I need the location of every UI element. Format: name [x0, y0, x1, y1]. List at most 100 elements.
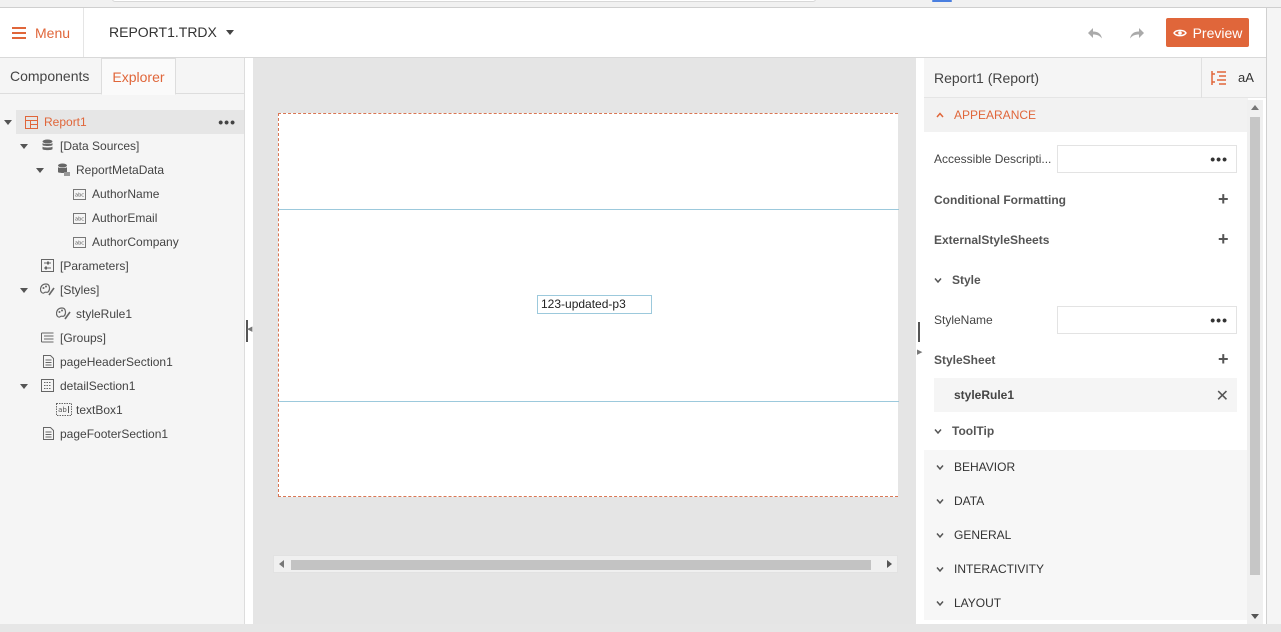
- tree-item-label: [Data Sources]: [60, 139, 140, 153]
- address-bar[interactable]: [112, 0, 816, 2]
- parameters-icon: [41, 259, 54, 272]
- category-interactivity[interactable]: INTERACTIVITY: [924, 552, 1248, 586]
- category-label: LAYOUT: [954, 596, 1002, 610]
- collapse-right-icon[interactable]: ▶: [917, 348, 922, 356]
- tree-item-label: [Styles]: [60, 283, 100, 297]
- prop-label: Style: [952, 273, 981, 287]
- expand-arrow-icon[interactable]: [20, 144, 28, 149]
- properties-header: Report1 (Report) aA: [924, 58, 1266, 98]
- category-layout[interactable]: LAYOUT: [924, 586, 1248, 620]
- menu-button[interactable]: Menu: [0, 8, 84, 57]
- tree-item-detailsection1[interactable]: detailSection1: [0, 374, 244, 398]
- remove-icon[interactable]: ✕: [1216, 386, 1229, 406]
- report-tree: Report1 ••• [Data Sources] ReportMetaDat…: [0, 94, 244, 446]
- properties-panel: Report1 (Report) aA APPEARANCE Accessibl…: [924, 58, 1266, 624]
- expand-arrow-icon[interactable]: [4, 120, 12, 125]
- tree-item-textbox1[interactable]: ab textBox1: [0, 398, 244, 422]
- svg-text:abc: abc: [75, 193, 84, 199]
- tree-item-styles[interactable]: [Styles]: [0, 278, 244, 302]
- tree-item-label: Report1: [44, 115, 87, 129]
- textbox1[interactable]: 123-updated-p3: [537, 295, 652, 314]
- toolbar: Menu REPORT1.TRDX Preview: [0, 8, 1266, 58]
- tree-item-authorname[interactable]: abc AuthorName: [0, 182, 244, 206]
- prop-label: ExternalStyleSheets: [934, 233, 1050, 247]
- prop-label: ToolTip: [952, 424, 995, 438]
- add-icon[interactable]: +: [1218, 190, 1229, 208]
- chevron-down-icon: [936, 533, 944, 539]
- right-panel-splitter[interactable]: [918, 322, 920, 342]
- preview-button[interactable]: Preview: [1166, 18, 1249, 47]
- alphabetical-sort-icon[interactable]: aA: [1238, 70, 1254, 85]
- document-title-dropdown[interactable]: REPORT1.TRDX: [109, 24, 234, 40]
- scroll-right-icon[interactable]: [887, 560, 892, 568]
- chevron-down-icon: [934, 278, 942, 284]
- tree-item-authoremail[interactable]: abc AuthorEmail: [0, 206, 244, 230]
- field-icon: abc: [73, 237, 86, 248]
- tree-item-parameters[interactable]: [Parameters]: [0, 254, 244, 278]
- expand-arrow-icon[interactable]: [36, 168, 44, 173]
- tree-item-label: detailSection1: [60, 379, 136, 393]
- panel-tabs: Components Explorer: [0, 58, 244, 95]
- prop-external-stylesheets: ExternalStyleSheets +: [924, 220, 1248, 260]
- scroll-left-icon[interactable]: [279, 560, 284, 568]
- tree-item-groups[interactable]: [Groups]: [0, 326, 244, 350]
- properties-scrollbar[interactable]: [1247, 100, 1263, 624]
- menu-label: Menu: [35, 24, 71, 41]
- tree-item-pagefootersection1[interactable]: pageFooterSection1: [0, 422, 244, 446]
- accessible-description-input[interactable]: •••: [1057, 145, 1237, 173]
- groups-icon: [41, 332, 54, 343]
- eye-icon: [1172, 29, 1187, 36]
- tree-item-stylerule1[interactable]: styleRule1: [0, 302, 244, 326]
- stylesheet-item[interactable]: styleRule1 ✕: [934, 378, 1237, 412]
- category-label: BEHAVIOR: [954, 460, 1016, 474]
- svg-text:abc: abc: [75, 217, 84, 223]
- document-title: REPORT1.TRDX: [109, 24, 217, 40]
- collapse-left-icon[interactable]: ◀: [247, 325, 252, 333]
- preview-label: Preview: [1192, 24, 1243, 41]
- style-name-input[interactable]: •••: [1057, 306, 1237, 334]
- scrollbar-thumb[interactable]: [1250, 117, 1260, 575]
- tree-item-authorcompany[interactable]: abc AuthorCompany: [0, 230, 244, 254]
- scroll-up-icon[interactable]: [1251, 105, 1259, 110]
- page-header-divider[interactable]: [279, 209, 899, 210]
- chevron-down-icon: [936, 567, 944, 573]
- redo-icon[interactable]: [1128, 24, 1146, 42]
- properties-title: Report1 (Report): [934, 70, 1040, 86]
- tab-components[interactable]: Components: [0, 58, 99, 94]
- tab-explorer[interactable]: Explorer: [101, 58, 176, 95]
- tree-item-label: [Parameters]: [60, 259, 129, 273]
- undo-icon[interactable]: [1086, 24, 1104, 42]
- tree-item-pageheadersection1[interactable]: pageHeaderSection1: [0, 350, 244, 374]
- more-options-icon[interactable]: •••: [1210, 151, 1228, 167]
- category-label: DATA: [954, 494, 985, 508]
- hamburger-icon: [12, 26, 26, 39]
- detail-section-divider[interactable]: [279, 401, 899, 402]
- prop-conditional-formatting: Conditional Formatting +: [924, 180, 1248, 220]
- expand-arrow-icon[interactable]: [20, 288, 28, 293]
- svg-text:ab: ab: [58, 406, 67, 414]
- categorized-list-icon[interactable]: [1211, 70, 1227, 86]
- browser-indicator: [932, 0, 952, 2]
- scroll-down-icon[interactable]: [1251, 614, 1259, 619]
- chevron-down-icon: [936, 465, 944, 471]
- category-appearance[interactable]: APPEARANCE: [924, 98, 1248, 132]
- tree-item-data-sources[interactable]: [Data Sources]: [0, 134, 244, 158]
- palette-icon: [56, 307, 71, 320]
- expand-arrow-icon[interactable]: [20, 384, 28, 389]
- horizontal-scrollbar[interactable]: [273, 555, 898, 573]
- category-data[interactable]: DATA: [924, 484, 1248, 518]
- add-icon[interactable]: +: [1218, 350, 1229, 368]
- scrollbar-thumb[interactable]: [291, 560, 871, 570]
- prop-tooltip[interactable]: ToolTip: [924, 412, 1248, 450]
- category-general[interactable]: GENERAL: [924, 518, 1248, 552]
- category-behavior[interactable]: BEHAVIOR: [924, 450, 1248, 484]
- tree-item-reportmetadata[interactable]: ReportMetaData: [0, 158, 244, 182]
- more-options-icon[interactable]: •••: [218, 114, 236, 130]
- bottom-edge: [0, 624, 1281, 632]
- tree-item-label: ReportMetaData: [76, 163, 165, 177]
- prop-style[interactable]: Style: [924, 260, 1248, 300]
- tree-item-report1[interactable]: Report1 •••: [4, 110, 244, 134]
- add-icon[interactable]: +: [1218, 230, 1229, 248]
- more-options-icon[interactable]: •••: [1210, 312, 1228, 328]
- report-page[interactable]: 123-updated-p3: [278, 113, 899, 497]
